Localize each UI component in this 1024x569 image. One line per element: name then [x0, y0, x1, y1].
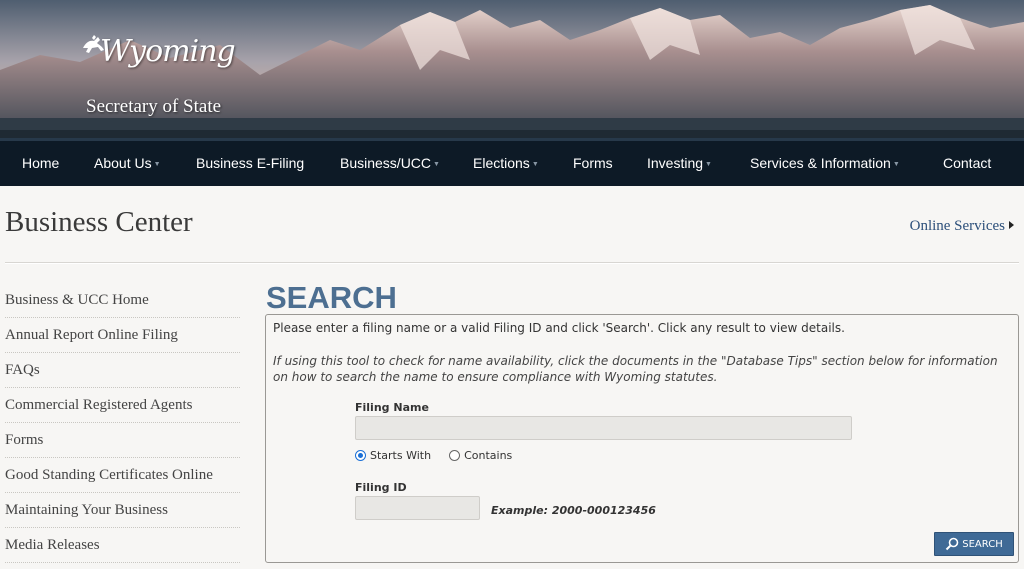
- site-logo[interactable]: Wyoming Secretary of State: [80, 34, 250, 124]
- starts-with-label[interactable]: Starts With: [370, 449, 431, 462]
- bucking-horse-icon: [83, 35, 104, 53]
- nav-item-about-us[interactable]: About Us ▼: [94, 155, 161, 171]
- logo-wordmark: Wyoming: [100, 34, 236, 69]
- filing-name-label: Filing Name: [355, 401, 429, 414]
- sidebar-item-good-standing[interactable]: Good Standing Certificates Online: [5, 458, 240, 493]
- contains-radio[interactable]: [449, 450, 461, 461]
- chevron-down-icon: ▼: [153, 160, 161, 168]
- chevron-down-icon: ▼: [531, 160, 539, 168]
- chevron-down-icon: ▼: [892, 160, 900, 168]
- sidebar-item-faqs[interactable]: FAQs: [5, 353, 240, 388]
- nav-item-services-information[interactable]: Services & Information ▼: [750, 155, 900, 171]
- logo-subtitle: Secretary of State: [86, 96, 222, 117]
- filing-name-input[interactable]: [355, 416, 852, 440]
- nav-item-business-e-filing[interactable]: Business E-Filing: [196, 155, 304, 171]
- filing-id-example: Example: 2000-000123456: [491, 504, 656, 517]
- header-banner: Wyoming Secretary of State: [0, 0, 1024, 138]
- sidebar-item-annual-report[interactable]: Annual Report Online Filing: [5, 318, 240, 353]
- chevron-down-icon: ▼: [705, 160, 712, 168]
- nav-item-home[interactable]: Home: [22, 155, 59, 171]
- filing-id-label: Filing ID: [355, 481, 407, 494]
- magnifier-icon: [946, 537, 959, 551]
- sidebar-nav: Business & UCC Home Annual Report Online…: [5, 283, 240, 563]
- sidebar-item-forms[interactable]: Forms: [5, 423, 240, 458]
- header-divider: [5, 262, 1019, 264]
- nav-item-business-ucc[interactable]: Business/UCC ▼: [340, 155, 440, 171]
- nav-item-contact[interactable]: Contact: [943, 155, 991, 171]
- starts-with-radio[interactable]: [355, 450, 366, 461]
- search-tips: If using this tool to check for name ava…: [273, 354, 998, 384]
- match-type-group: Starts With Contains: [355, 449, 530, 462]
- nav-item-forms[interactable]: Forms: [573, 155, 613, 171]
- nav-item-investing[interactable]: Investing ▼: [647, 155, 712, 171]
- contains-label[interactable]: Contains: [464, 449, 512, 462]
- online-services-link[interactable]: Online Services: [910, 218, 1014, 235]
- main-nav: Home About Us ▼ Business E-Filing Busines…: [0, 138, 1024, 186]
- search-button[interactable]: SEARCH: [934, 532, 1014, 556]
- page-title: Business Center: [5, 206, 193, 238]
- search-button-label: SEARCH: [962, 538, 1003, 550]
- sidebar-item-registered-agents[interactable]: Commercial Registered Agents: [5, 388, 240, 423]
- nav-item-elections[interactable]: Elections ▼: [473, 155, 539, 171]
- sidebar-item-maintaining-business[interactable]: Maintaining Your Business: [5, 493, 240, 528]
- sidebar-item-media-releases[interactable]: Media Releases: [5, 528, 240, 563]
- search-panel: Please enter a filing name or a valid Fi…: [265, 314, 1019, 563]
- sidebar-item-business-ucc-home[interactable]: Business & UCC Home: [5, 283, 240, 318]
- chevron-down-icon: ▼: [433, 160, 440, 168]
- filing-id-input[interactable]: [355, 496, 480, 520]
- caret-right-icon: [1009, 221, 1014, 229]
- search-heading: SEARCH: [266, 280, 397, 315]
- search-instructions: Please enter a filing name or a valid Fi…: [273, 321, 845, 335]
